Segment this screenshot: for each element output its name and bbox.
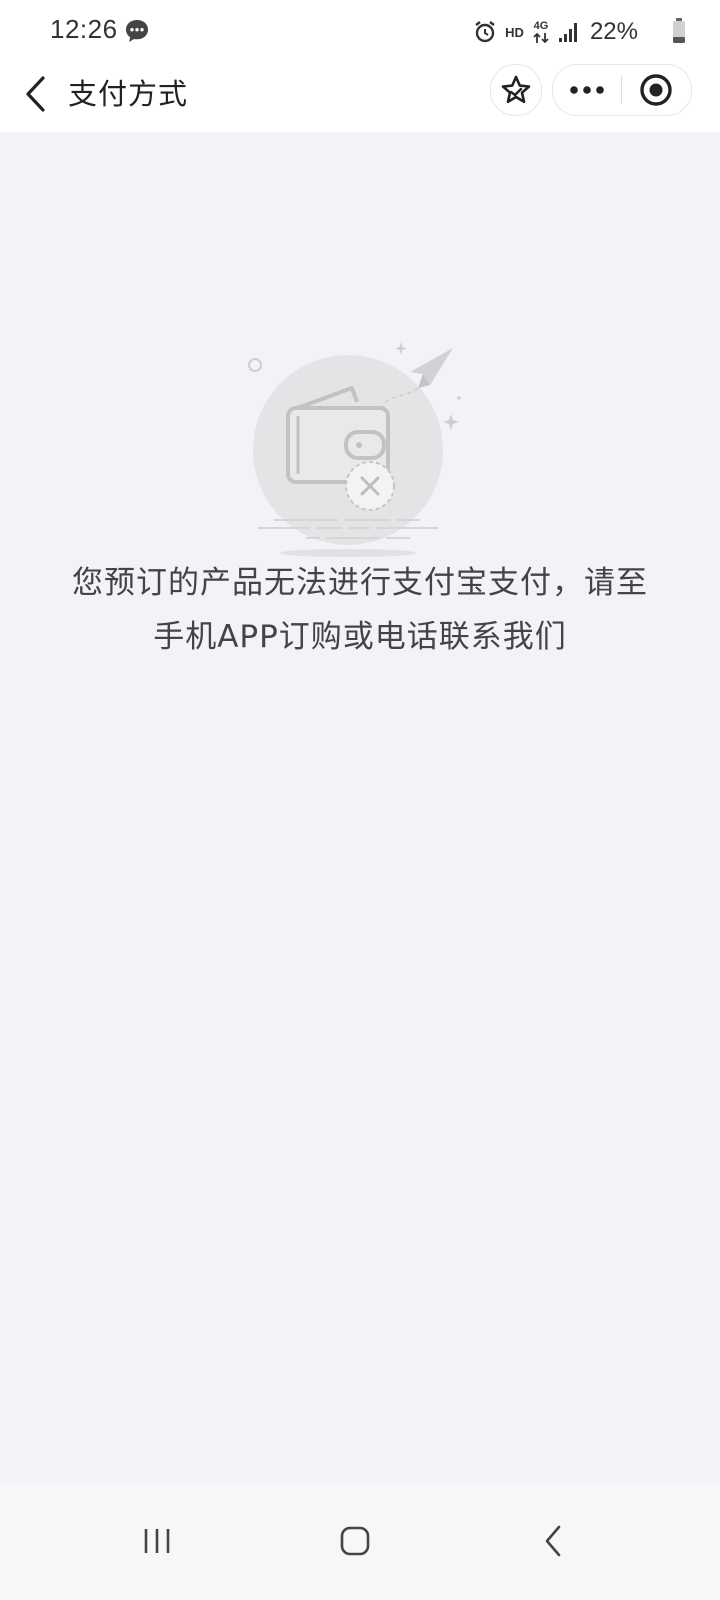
- target-close-icon: [640, 74, 672, 106]
- battery-icon: [673, 18, 685, 43]
- network-label: 4G: [533, 19, 549, 32]
- page-title: 支付方式: [68, 77, 189, 111]
- payment-unavailable-message: 您预订的产品无法进行支付宝支付，请至 手机APP订购或电话联系我们: [40, 556, 680, 664]
- more-button[interactable]: [553, 65, 621, 115]
- status-bar: 12:26 HD 4G 22%: [0, 0, 720, 64]
- mini-program-capsule: [552, 64, 692, 116]
- star-icon: [501, 75, 531, 104]
- back-icon: [545, 1525, 561, 1557]
- wallet-error-illustration: [248, 342, 461, 557]
- home-button[interactable]: [320, 1506, 390, 1576]
- battery-percent: 22%: [589, 18, 638, 45]
- home-icon: [340, 1526, 370, 1556]
- more-dots-icon: [570, 86, 604, 94]
- status-time: 12:26: [50, 14, 118, 44]
- recent-apps-button[interactable]: [122, 1506, 192, 1576]
- navigation-bar: 支付方式: [0, 64, 720, 132]
- message-icon: [126, 20, 148, 42]
- message-line-1: 您预订的产品无法进行支付宝支付，请至: [72, 565, 648, 601]
- status-indicators: HD 4G 22%: [473, 16, 638, 48]
- favorite-button[interactable]: [490, 64, 542, 116]
- recent-apps-icon: [144, 1529, 170, 1553]
- hd-label: HD: [505, 24, 524, 40]
- signal-icon: [558, 23, 577, 42]
- system-back-button[interactable]: [518, 1506, 588, 1576]
- main-content: 您预订的产品无法进行支付宝支付，请至 手机APP订购或电话联系我们: [0, 132, 720, 1484]
- data-arrows-icon: 4G: [532, 19, 550, 44]
- system-navigation-bar: [0, 1484, 720, 1600]
- alarm-icon: [475, 21, 495, 43]
- message-line-2: 手机APP订购或电话联系我们: [153, 619, 567, 655]
- back-button[interactable]: [14, 70, 56, 118]
- close-mini-program-button[interactable]: [622, 65, 690, 115]
- chevron-left-icon: [26, 76, 45, 112]
